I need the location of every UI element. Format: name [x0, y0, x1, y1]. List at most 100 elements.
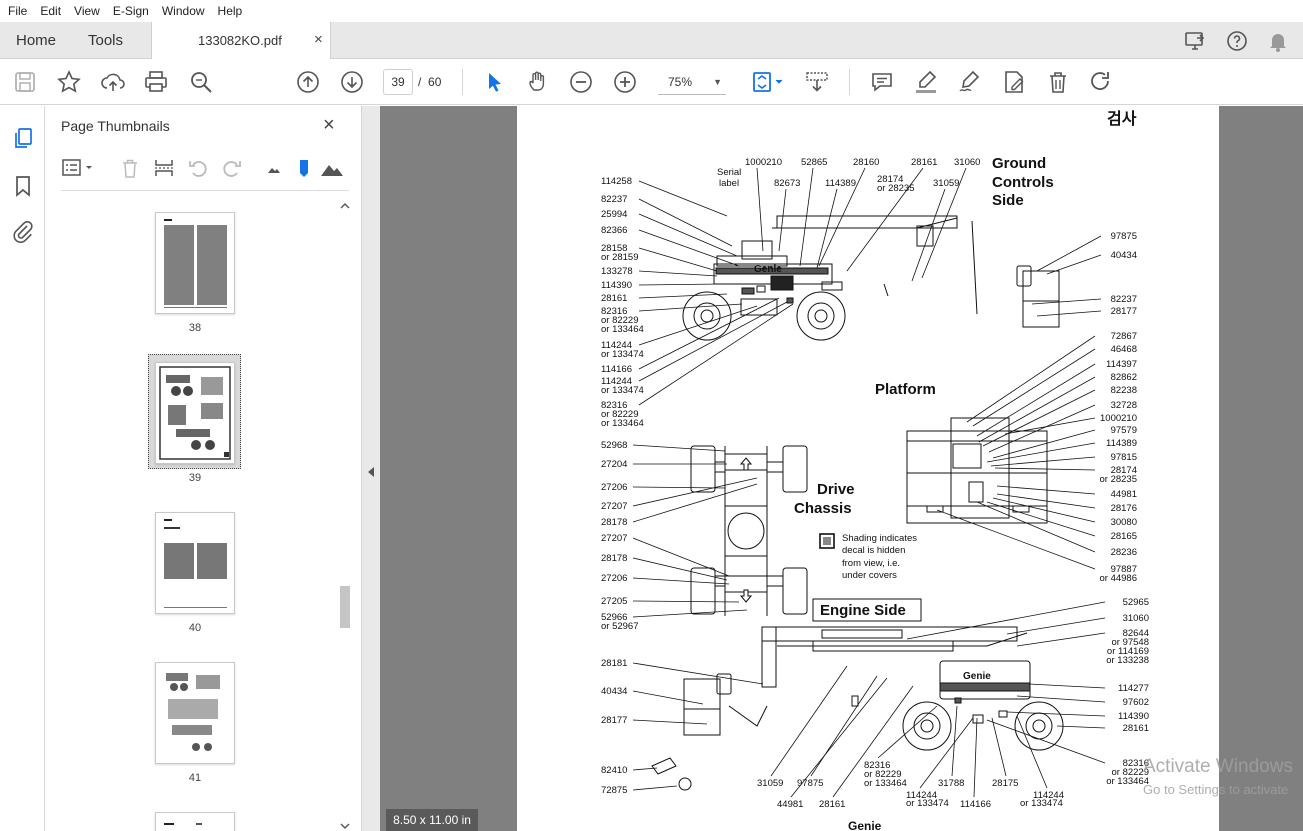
print-icon[interactable]	[143, 69, 169, 95]
scrollbar-thumb[interactable]	[340, 586, 350, 628]
notification-bell-icon[interactable]	[1266, 29, 1290, 53]
callout-ground-left: 82237	[601, 194, 627, 205]
next-page-icon[interactable]	[339, 69, 365, 95]
tab-home[interactable]: Home	[16, 32, 56, 49]
callout-ground-top: 31060	[954, 157, 980, 168]
ground-title-line2: Controls	[992, 174, 1054, 191]
shading-note-line2: decal is hidden	[842, 545, 905, 556]
zoom-in-icon[interactable]	[612, 69, 638, 95]
zoom-out-icon[interactable]	[568, 69, 594, 95]
callout-engine-bottom: 97875	[797, 778, 823, 789]
zoom-select[interactable]: 75% ▼	[658, 69, 726, 95]
callout-platform: 1000210	[1100, 413, 1137, 424]
callout-platform: 72867	[1111, 331, 1137, 342]
chevron-down-icon: ▼	[713, 77, 722, 87]
tab-tools[interactable]: Tools	[88, 32, 123, 49]
callout-ground-top: 28161	[911, 157, 937, 168]
menu-help[interactable]: Help	[218, 4, 243, 18]
thumbnail-page-41[interactable]	[155, 662, 235, 764]
left-navigation-rail	[0, 106, 45, 831]
page-number-input[interactable]: 39	[383, 69, 413, 95]
trash-icon[interactable]	[1045, 69, 1071, 95]
help-icon[interactable]	[1225, 29, 1249, 53]
callout-platform: 114389	[1106, 438, 1137, 449]
scroll-down-icon[interactable]	[340, 821, 350, 831]
callout-ground-top: 28160	[853, 157, 879, 168]
scroll-mode-icon[interactable]	[804, 69, 830, 95]
rotate-clockwise-icon[interactable]	[221, 157, 243, 179]
leader-line	[632, 767, 658, 771]
leader-line	[632, 486, 726, 489]
leader-line	[994, 467, 1096, 471]
close-panel-button[interactable]: ×	[323, 114, 335, 137]
document-view[interactable]: 검사 Ground Controls Side Platform Drive C…	[380, 106, 1303, 831]
thumbnail-page-39[interactable]	[155, 362, 235, 464]
leader-line	[1028, 683, 1106, 689]
callout-engine-right: 97602	[1123, 697, 1149, 708]
small-thumbnails-icon[interactable]	[263, 157, 285, 179]
thumbnail-40-preview	[164, 519, 227, 608]
bookmark-star-icon[interactable]	[56, 69, 82, 95]
share-screen-icon[interactable]	[1183, 29, 1207, 53]
leader-line	[976, 501, 1096, 553]
menu-esign[interactable]: E-Sign	[113, 4, 149, 18]
extract-pages-icon[interactable]	[153, 157, 175, 179]
callout-platform: 28176	[1111, 503, 1137, 514]
tab-document[interactable]: 133082KO.pdf ×	[151, 22, 331, 59]
select-cursor-icon[interactable]	[481, 69, 507, 95]
zoom-search-icon[interactable]	[188, 69, 214, 95]
highlight-pen-icon[interactable]	[913, 69, 939, 95]
menu-window[interactable]: Window	[162, 4, 205, 18]
callout-platform: or 28235	[1099, 474, 1137, 485]
menu-file[interactable]: File	[8, 4, 27, 18]
thumbnail-page-38[interactable]	[155, 212, 235, 314]
attachment-paperclip-icon[interactable]	[11, 219, 35, 243]
leader-line	[638, 198, 733, 247]
bookmarks-icon[interactable]	[11, 174, 35, 198]
callout-platform: 114397	[1106, 359, 1137, 370]
leader-line	[991, 717, 1007, 777]
redo-icon[interactable]	[1088, 69, 1114, 95]
ground-title-line3: Side	[992, 192, 1024, 209]
thumbnail-page-42[interactable]	[155, 812, 235, 831]
hand-tool-icon[interactable]	[525, 69, 551, 95]
thumbnail-scrollbar[interactable]	[338, 201, 352, 831]
page-thumbnails-icon[interactable]	[11, 126, 35, 150]
thumbnails-panel: Page Thumbnails × 38 39 40 41	[45, 106, 362, 831]
callout-ground-top: 1000210	[745, 157, 782, 168]
shading-note-line4: under covers	[842, 570, 897, 581]
menu-view[interactable]: View	[74, 4, 100, 18]
edit-document-icon[interactable]	[1001, 69, 1027, 95]
callout-ground-right: 28177	[1111, 306, 1137, 317]
callout-engine-left: 28177	[601, 715, 627, 726]
menu-edit[interactable]: Edit	[40, 4, 61, 18]
leader-line	[1056, 725, 1106, 729]
callout-engine-left: 28181	[601, 658, 627, 669]
callout-engine-bottom: 114166	[960, 799, 991, 810]
callout-drive: 27204	[601, 459, 627, 470]
delete-page-icon[interactable]	[119, 157, 141, 179]
previous-page-icon[interactable]	[295, 69, 321, 95]
thumbnail-size-slider-handle[interactable]	[293, 157, 315, 179]
draw-signature-icon[interactable]	[957, 69, 983, 95]
thumbnail-page-40[interactable]	[155, 512, 235, 614]
panel-title: Page Thumbnails	[61, 118, 170, 134]
leader-line	[978, 376, 1096, 443]
callout-platform: 44981	[1111, 489, 1137, 500]
leader-line	[632, 719, 708, 725]
comment-icon[interactable]	[869, 69, 895, 95]
panel-splitter[interactable]	[362, 106, 380, 831]
fit-page-icon[interactable]	[750, 69, 786, 95]
collapse-panel-icon[interactable]	[367, 466, 375, 478]
thumbnail-label: 41	[188, 772, 202, 784]
callout-engine-bottom: 44981	[777, 799, 803, 810]
thumbnail-options-icon[interactable]	[61, 157, 95, 179]
leader-line	[638, 297, 780, 370]
cloud-upload-icon[interactable]	[100, 69, 126, 95]
large-thumbnails-icon[interactable]	[319, 157, 345, 179]
rotate-counterclockwise-icon[interactable]	[187, 157, 209, 179]
scroll-up-icon[interactable]	[340, 201, 350, 211]
ground-title-line1: Ground	[992, 155, 1046, 172]
close-tab-button[interactable]: ×	[314, 31, 323, 48]
save-icon[interactable]	[12, 69, 38, 95]
